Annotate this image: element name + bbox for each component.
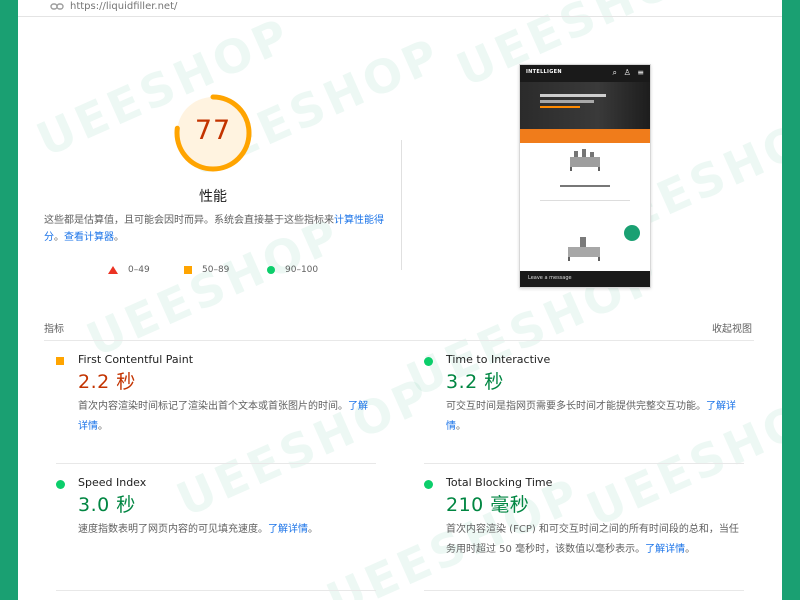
screenshot-footer: Leave a message [520,271,650,287]
average-square-icon [56,357,64,365]
metric-description-text: 速度指数表明了网页内容的可见填充速度。 [78,524,268,535]
pass-circle-icon [56,480,65,489]
metric-value: 3.2 秒 [446,371,504,393]
divider [56,463,376,464]
metric-speed-index: Speed Index 3.0 秒 速度指数表明了网页内容的可见填充速度。了解详… [56,476,376,576]
performance-score: 77 [194,115,232,146]
metric-description-end: 。 [308,524,318,535]
metric-first-contentful-paint: First Contentful Paint 2.2 秒 首次内容渲染时间标记了… [56,353,376,453]
metric-value: 3.0 秒 [78,494,136,516]
metrics-heading: 指标 [44,324,64,335]
screenshot-caption [560,185,610,187]
screenshot-orange-band [520,129,650,143]
circle-icon [267,265,275,274]
metric-description: 速度指数表明了网页内容的可见填充速度。了解详情。 [78,520,318,540]
watermark: UEESHOP [28,6,300,168]
divider [424,590,744,591]
metric-value: 2.2 秒 [78,371,136,393]
banner-accent-line [540,106,580,108]
metric-name: Time to Interactive [446,353,551,366]
square-icon [184,265,192,274]
machine-image [568,237,600,261]
metric-name: First Contentful Paint [78,353,194,366]
screenshot-header: INTELLIGEN ⌕ ♙ ≡ [520,65,650,82]
description-separator: 。 [54,232,64,243]
pass-circle-icon [424,480,433,489]
banner-text-line [540,100,594,103]
metric-description-end: 。 [456,421,466,432]
link-icon [50,3,64,10]
screenshot-caption-line [540,200,630,201]
banner-text-line [540,94,606,97]
screenshot-footer-text: Leave a message [528,275,572,281]
divider [401,140,402,270]
screenshot-logo: INTELLIGEN [526,69,562,75]
pass-circle-icon [424,357,433,366]
collapse-view-button[interactable]: 收起视图 [712,320,752,335]
legend-fail: 0–49 [108,264,150,276]
metric-name: Total Blocking Time [446,476,553,489]
metric-total-blocking-time: Total Blocking Time 210 毫秒 首次内容渲染 (FCP) … [424,476,744,586]
score-description: 这些都是估算值，且可能会因时而异。系统会直接基于这些指标来计算性能得分。查看计算… [44,212,384,246]
metric-description: 可交互时间是指网页需要多长时间才能提供完整交互功能。了解详情。 [446,397,744,437]
screenshot-banner [520,82,650,129]
legend-pass: 90–100 [267,264,318,276]
triangle-icon [108,265,118,274]
metric-description-text: 可交互时间是指网页需要多长时间才能提供完整交互功能。 [446,401,706,412]
page-url[interactable]: https://liquidfiller.net/ [70,1,177,12]
machine-image [570,149,600,171]
screenshot-nav-icons: ⌕ ♙ ≡ [612,68,646,77]
description-text: 这些都是估算值，且可能会因时而异。系统会直接基于这些指标来 [44,215,334,226]
metric-name: Speed Index [78,476,147,489]
legend-range-average: 50–89 [202,265,230,275]
url-bar: https://liquidfiller.net/ [18,0,782,17]
legend-average: 50–89 [184,264,229,276]
page-screenshot: INTELLIGEN ⌕ ♙ ≡ Leave a message [519,64,651,288]
learn-more-link[interactable]: 了解详情 [645,544,685,555]
performance-title: 性能 [199,189,227,205]
description-end: 。 [114,232,124,243]
legend-range-fail: 0–49 [128,265,150,275]
chat-bubble-icon [624,225,640,241]
legend-range-pass: 90–100 [285,265,319,275]
metric-time-to-interactive: Time to Interactive 3.2 秒 可交互时间是指网页需要多长时… [424,353,744,453]
metric-description: 首次内容渲染 (FCP) 和可交互时间之间的所有时间段的总和，当任务用时超过 5… [446,520,744,560]
metric-description-text: 首次内容渲染时间标记了渲染出首个文本或首张图片的时间。 [78,401,348,412]
learn-more-link[interactable]: 了解详情 [268,524,308,535]
view-calculator-link[interactable]: 查看计算器 [64,232,114,243]
metric-description-end: 。 [98,421,108,432]
divider [44,340,754,341]
metric-description-end: 。 [685,544,696,555]
lighthouse-report: UEESHOP UEESHOP UEESHOP UEESHOP UEESHOP … [18,0,782,600]
metric-value: 210 毫秒 [446,494,530,516]
divider [424,463,744,464]
metric-description: 首次内容渲染时间标记了渲染出首个文本或首张图片的时间。了解详情。 [78,397,376,437]
divider [56,590,376,591]
